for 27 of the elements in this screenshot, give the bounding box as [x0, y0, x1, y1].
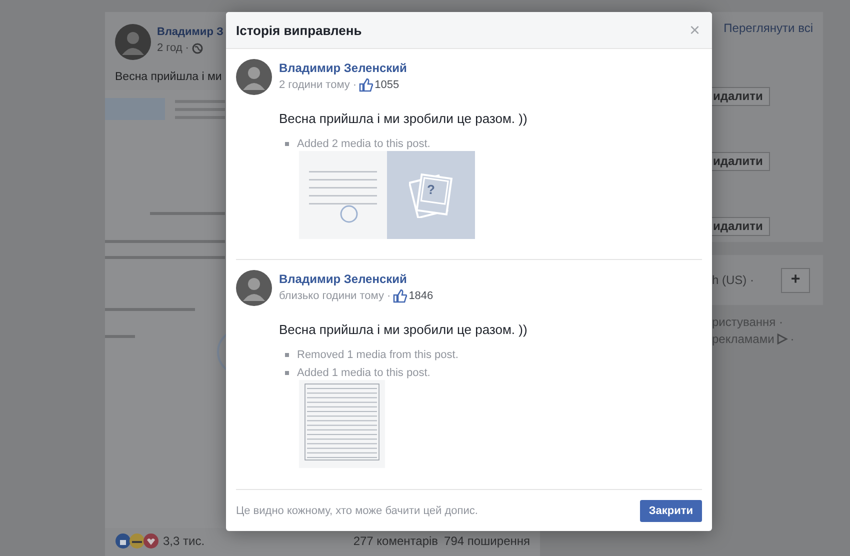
reaction-icons [115, 533, 159, 549]
post-text: Весна прийшла і ми [114, 70, 223, 83]
comment-count[interactable]: 277 коментарів [353, 534, 438, 548]
thumbs-up-icon [358, 78, 373, 92]
footer-link[interactable]: рекламами [712, 332, 774, 346]
author-name[interactable]: Владимир Зеленский [279, 61, 407, 75]
close-button[interactable]: × [687, 21, 702, 39]
add-language-button[interactable]: + [781, 268, 810, 292]
delete-button[interactable]: идалити [712, 152, 770, 171]
author-name[interactable]: Владимир З [157, 26, 224, 38]
post-time[interactable]: 2 години тому · [279, 79, 357, 91]
dialog-title: Історія виправлень [236, 22, 362, 38]
close-button[interactable]: Закрити [640, 500, 702, 522]
like-count[interactable]: 1055 [374, 79, 400, 91]
avatar [115, 24, 151, 60]
delete-button[interactable]: идалити [712, 87, 770, 106]
language-link[interactable]: h (US) · [712, 273, 754, 287]
delete-button[interactable]: идалити [712, 217, 770, 236]
avatar [236, 59, 272, 95]
see-all-link[interactable]: Переглянути всі [724, 21, 813, 35]
share-count[interactable]: 794 поширення [444, 534, 530, 548]
separator: · [790, 332, 794, 346]
globe-icon [192, 42, 203, 54]
footer-link[interactable]: ристування · [712, 315, 784, 329]
reaction-count[interactable]: 3,3 тис. [163, 534, 205, 548]
play-icon [776, 333, 788, 345]
post-time[interactable]: 2 год · [157, 42, 189, 54]
